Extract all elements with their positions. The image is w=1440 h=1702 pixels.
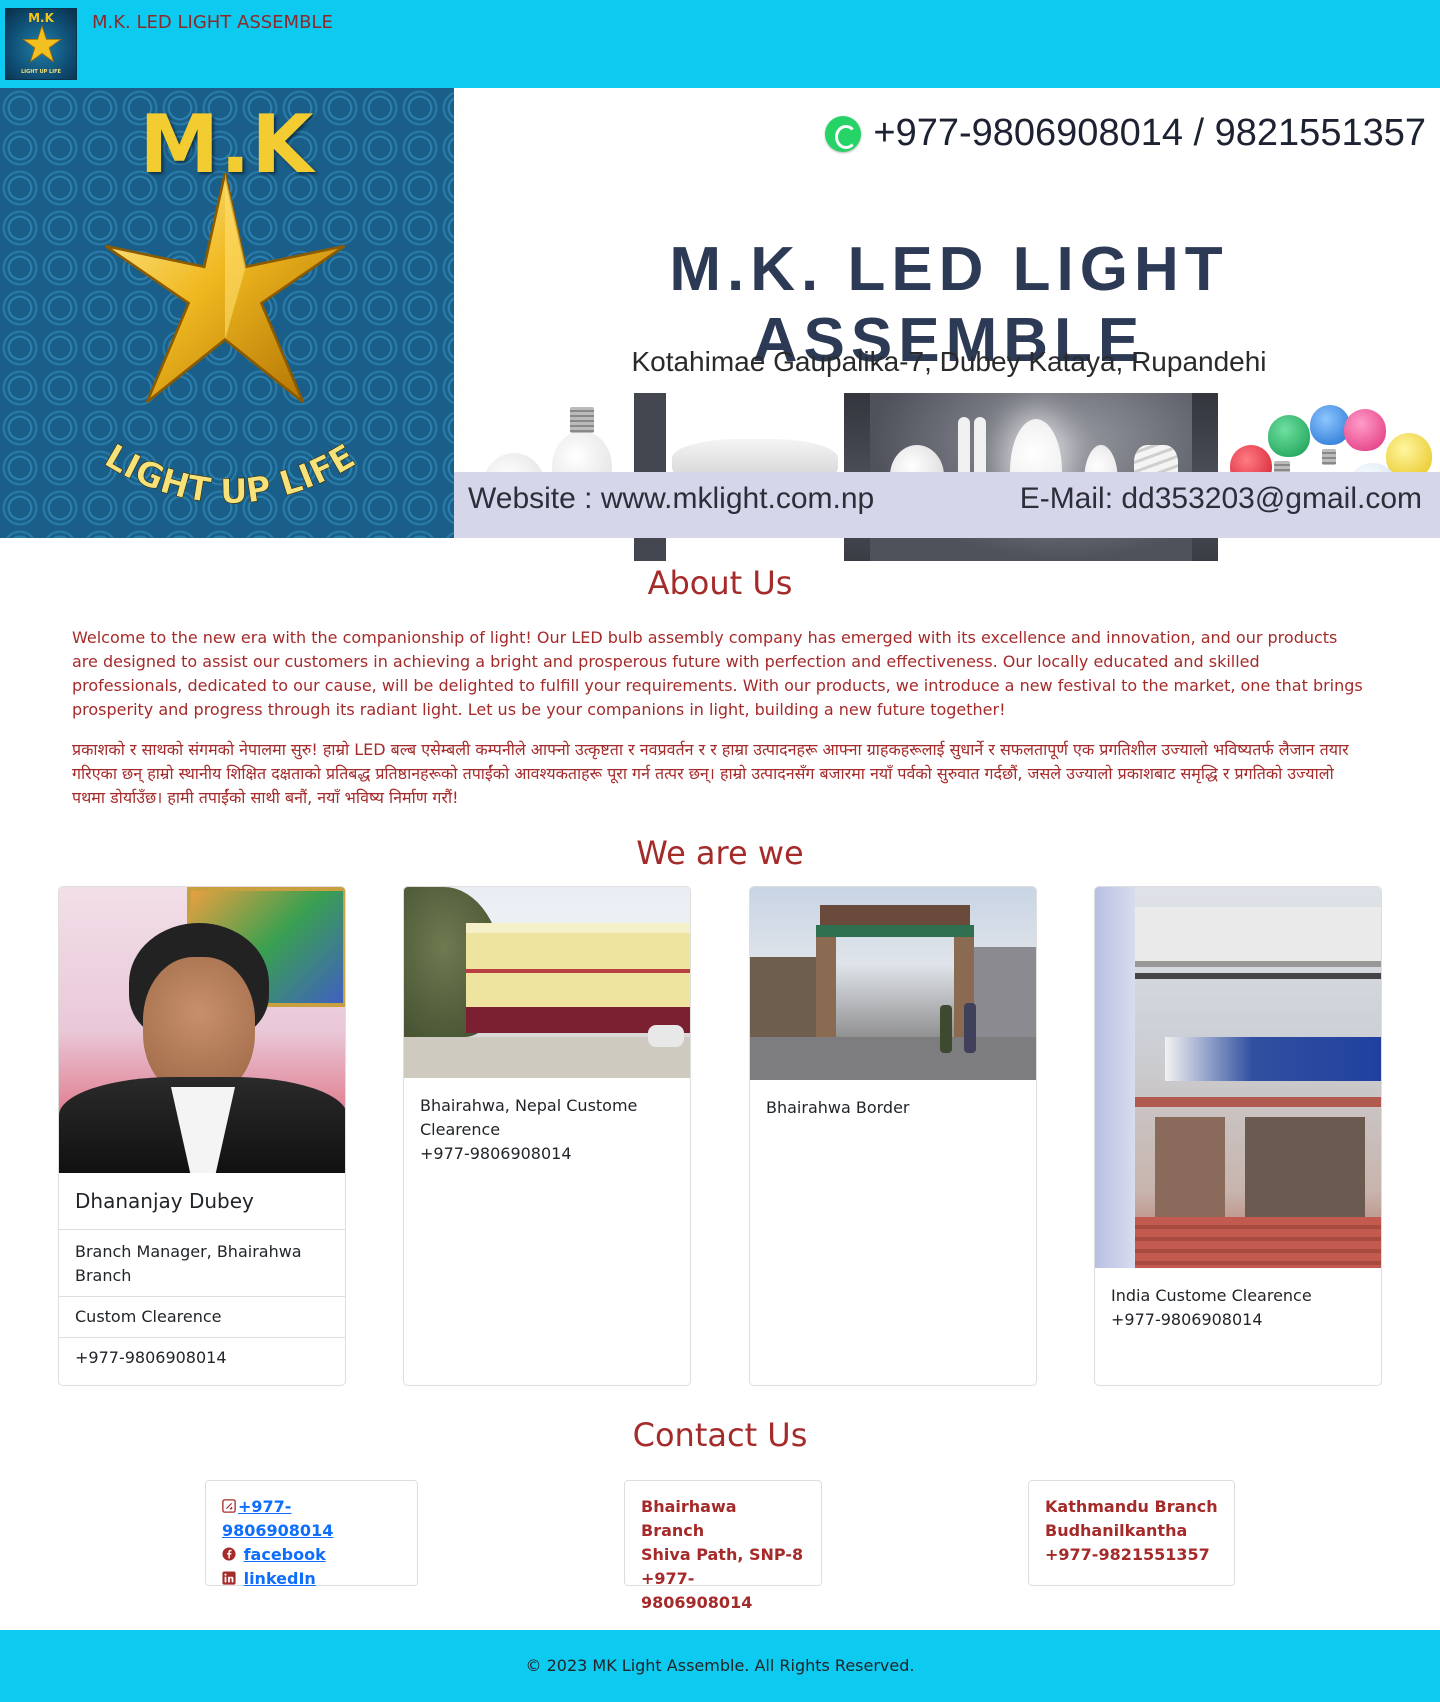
bhairahwa-branch-box: Bhairhawa Branch Shiva Path, SNP-8 +977-… — [624, 1480, 822, 1612]
linkedin-link[interactable]: linkedIn — [244, 1569, 316, 1588]
banner-phone: +977-9806908014 / 9821551357 — [873, 112, 1426, 154]
site-logo[interactable]: M.K LIGHT UP LIFE — [5, 8, 77, 80]
about-heading: About Us — [647, 564, 793, 602]
site-footer: © 2023 MK Light Assemble. All Rights Res… — [0, 1630, 1440, 1702]
banner-email: E-Mail: dd353203@gmail.com — [1019, 482, 1422, 515]
facebook-link-row: facebook — [222, 1543, 401, 1567]
kathmandu-branch-box: Kathmandu Branch Budhanilkantha +977-982… — [1028, 1480, 1235, 1586]
card-phone: +977-9806908014 — [420, 1144, 572, 1163]
phone-square-icon — [222, 1499, 236, 1513]
copyright-text: © 2023 MK Light Assemble. All Rights Res… — [525, 1656, 915, 1675]
member-department: Custom Clearence — [59, 1297, 345, 1338]
logo-tagline: LIGHT UP LIFE — [21, 69, 61, 75]
hero-banner: M.K LIGHT UP LIFE +977-9806908014 / 9821… — [0, 88, 1440, 561]
phone-link[interactable]: +977-9806908014 — [222, 1497, 333, 1540]
card-phone: +977-9806908014 — [1111, 1310, 1263, 1329]
team-cards: Dhananjay Dubey Branch Manager, Bhairahw… — [0, 886, 1440, 1386]
banner-contact-strip: Website : www.mklight.com.np E-Mail: dd3… — [454, 472, 1440, 538]
site-title[interactable]: M.K. LED LIGHT ASSEMBLE — [92, 12, 333, 33]
card-caption: Bhairahwa Border — [766, 1098, 910, 1117]
card-caption: Bhairahwa, Nepal Custome Clearence — [420, 1096, 638, 1139]
branch-address: Shiva Path, SNP-8 — [641, 1545, 804, 1564]
facebook-icon — [222, 1547, 236, 1561]
linkedin-icon — [222, 1571, 236, 1585]
team-card: Bhairahwa, Nepal Custome Clearence +977-… — [403, 886, 691, 1386]
banner-logo-tagline: LIGHT UP LIFE — [98, 436, 363, 513]
star-logo-icon — [22, 25, 62, 63]
branch-name: Bhairhawa Branch — [641, 1497, 737, 1540]
card-caption: India Custome Clearence — [1111, 1286, 1312, 1305]
india-customs-photo — [1095, 887, 1381, 1268]
about-english-text: Welcome to the new era with the companio… — [72, 628, 1363, 719]
team-heading: We are we — [636, 834, 804, 872]
about-section: Welcome to the new era with the companio… — [72, 626, 1368, 810]
phone-link-row: +977-9806908014 — [222, 1495, 401, 1543]
contact-heading: Contact Us — [632, 1416, 808, 1454]
banner-logo: M.K LIGHT UP LIFE — [0, 88, 454, 538]
svg-text:LIGHT UP LIFE: LIGHT UP LIFE — [98, 437, 362, 513]
team-card: Dhananjay Dubey Branch Manager, Bhairahw… — [58, 886, 346, 1386]
banner-info: +977-9806908014 / 9821551357 M.K. LED LI… — [454, 88, 1440, 561]
logo-initials: M.K — [28, 11, 54, 25]
team-card: Bhairahwa Border — [749, 886, 1037, 1386]
branch-phone: +977-9821551357 — [1045, 1545, 1210, 1564]
nepal-customs-photo — [404, 887, 690, 1078]
profile-photo — [59, 887, 345, 1173]
team-card: India Custome Clearence +977-9806908014 — [1094, 886, 1382, 1386]
member-phone: +977-9806908014 — [75, 1348, 227, 1367]
about-nepali-text: प्रकाशको र साथको संगमको नेपालमा सुरु! हा… — [72, 740, 1349, 807]
whatsapp-icon — [825, 115, 862, 152]
banner-website: Website : www.mklight.com.np — [468, 482, 875, 515]
banner-address: Kotahimae Gaupalika-7, Dubey Kataya, Rup… — [631, 346, 1267, 377]
linkedin-link-row: linkedIn — [222, 1567, 401, 1591]
branch-phone: +977-9806908014 — [641, 1569, 753, 1612]
member-role: Branch Manager, Bhairahwa Branch — [59, 1230, 345, 1297]
star-logo-icon — [104, 172, 346, 404]
facebook-link[interactable]: facebook — [244, 1545, 326, 1564]
member-name: Dhananjay Dubey — [59, 1173, 345, 1230]
border-photo — [750, 887, 1036, 1080]
contact-section: +977-9806908014 facebook linkedIn Bhairh… — [0, 1480, 1440, 1612]
branch-address: Budhanilkantha — [1045, 1521, 1188, 1540]
contact-links-box: +977-9806908014 facebook linkedIn — [205, 1480, 418, 1588]
banner-phone-row: +977-9806908014 / 9821551357 — [825, 112, 1426, 155]
branch-name: Kathmandu Branch — [1045, 1497, 1218, 1516]
site-header: M.K LIGHT UP LIFE M.K. LED LIGHT ASSEMBL… — [0, 0, 1440, 88]
